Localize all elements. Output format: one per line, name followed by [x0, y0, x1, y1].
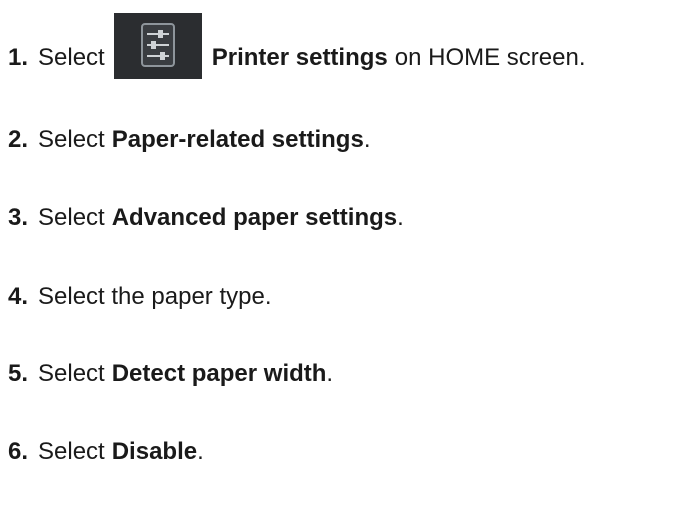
- step-3: 3. Select Advanced paper settings .: [8, 201, 404, 235]
- step-text: .: [397, 204, 404, 231]
- step-1: 1. Select Printer settings on HOME scree…: [8, 13, 586, 79]
- ui-term: Printer settings: [211, 44, 388, 71]
- step-number: 3.: [8, 204, 29, 231]
- step-text: Select the paper type.: [38, 283, 272, 310]
- step-text: Select: [38, 204, 105, 231]
- step-text: Select: [38, 360, 105, 387]
- step-text: .: [363, 126, 371, 153]
- step-5: 5. Select Detect paper width .: [8, 357, 333, 391]
- step-text: .: [197, 438, 204, 465]
- step-number: 1.: [8, 44, 29, 71]
- step-4: 4. Select the paper type.: [8, 280, 272, 314]
- step-text: Select: [38, 44, 105, 71]
- step-number: 4.: [8, 283, 29, 310]
- ui-term: Paper-related settings: [111, 126, 364, 153]
- step-text: on HOME screen.: [394, 44, 586, 71]
- ui-term: Detect paper width: [111, 360, 327, 387]
- ui-term: Disable: [111, 438, 198, 465]
- printer-settings-sliders-icon: [113, 13, 202, 79]
- step-text: Select: [38, 438, 105, 465]
- step-number: 5.: [8, 360, 29, 387]
- step-2: 2. Select Paper-related settings .: [8, 123, 370, 157]
- ui-term: Advanced paper settings: [111, 204, 398, 231]
- step-number: 2.: [8, 126, 29, 153]
- step-text: .: [326, 360, 334, 387]
- step-number: 6.: [8, 438, 29, 465]
- step-6: 6. Select Disable .: [8, 435, 204, 469]
- step-text: Select: [38, 126, 105, 153]
